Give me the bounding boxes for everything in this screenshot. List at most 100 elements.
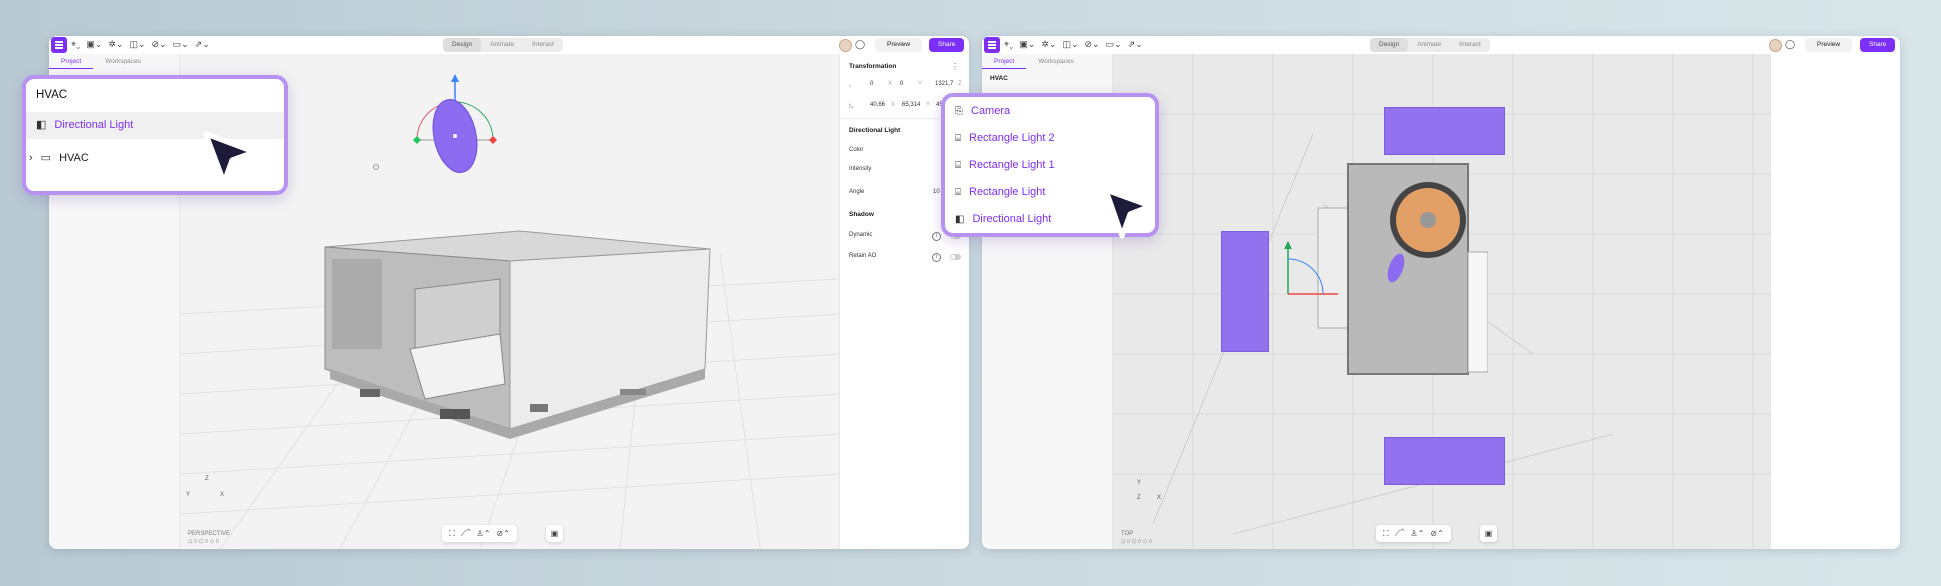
- tab-workspaces[interactable]: Workspaces: [93, 55, 153, 69]
- light-gizmo[interactable]: [405, 72, 505, 182]
- folder-tool[interactable]: ▭⌄: [1106, 39, 1122, 50]
- comment-icon[interactable]: ◯: [1785, 39, 1795, 50]
- tab-design[interactable]: Design: [1370, 38, 1409, 52]
- visibility-icon[interactable]: ⊘⌃: [1430, 529, 1443, 538]
- rotation-x[interactable]: 40,66: [870, 102, 885, 108]
- preview-button[interactable]: Preview: [1805, 38, 1853, 52]
- tree-title: HVAC: [36, 89, 68, 101]
- list-item-label: Rectangle Light 2: [969, 132, 1055, 144]
- properties-panel: [1770, 54, 1900, 549]
- select-tool[interactable]: ⌖⌄: [71, 39, 80, 50]
- rectangle-light-1[interactable]: [1221, 231, 1269, 352]
- avatar[interactable]: [1769, 39, 1782, 52]
- position-x-axis: X: [888, 81, 893, 87]
- tool-group: ⌖⌄ ▣⌄ ✲⌄ ◫⌄ ⊘⌄ ▭⌄ ⇗⌄: [1004, 39, 1143, 50]
- info-icon[interactable]: i: [932, 253, 941, 262]
- folder-tool[interactable]: ▭⌄: [173, 39, 189, 50]
- tree-item-directional-light[interactable]: ◧ Directional Light: [36, 118, 133, 132]
- viewport-toolbar: ⛶ ⟋⌃ ♙⌃ ⊘⌃: [442, 525, 517, 542]
- hvac-model[interactable]: [320, 219, 740, 449]
- tree-item-hvac[interactable]: › ▭ HVAC: [29, 151, 89, 165]
- image-icon[interactable]: ▣: [546, 525, 563, 542]
- rotation-icon: ◺: [849, 103, 854, 109]
- visibility-icon[interactable]: ⊘⌃: [496, 529, 509, 538]
- position-y-axis: Y: [918, 81, 923, 87]
- object-tool[interactable]: ◫⌄: [129, 39, 145, 50]
- list-item-camera[interactable]: ⎘ Camera: [955, 105, 1010, 117]
- mode-switch: Design Animate Interact: [1370, 38, 1490, 52]
- tab-design[interactable]: Design: [443, 38, 482, 52]
- tab-animate[interactable]: Animate: [481, 38, 523, 52]
- dynamic-label: Dynamic: [849, 232, 873, 238]
- shadow-title: Shadow: [849, 211, 874, 218]
- axis-x: X: [1157, 495, 1162, 501]
- rotation-y[interactable]: 65,314: [902, 102, 920, 108]
- position-z-axis: Z: [958, 81, 962, 87]
- rectangle-light-icon: ⌸: [955, 186, 961, 198]
- info-icon[interactable]: i: [932, 232, 941, 241]
- person-icon[interactable]: ♙⌃: [1411, 529, 1425, 538]
- frame-icon[interactable]: ⛶: [449, 529, 455, 539]
- person-icon[interactable]: ♙⌃: [477, 529, 491, 538]
- viewport-toolbar: ⛶ ⟋⌃ ♙⌃ ⊘⌃: [1376, 525, 1451, 542]
- directional-light-icon: ◧: [955, 213, 965, 225]
- select-tool[interactable]: ⌖⌄: [1004, 39, 1013, 50]
- menu-button[interactable]: [51, 37, 67, 53]
- rectangle-light-icon: ⌸: [955, 132, 961, 144]
- tab-workspaces[interactable]: Workspaces: [1026, 55, 1086, 69]
- material-tool[interactable]: ⊘⌄: [1085, 39, 1100, 50]
- list-item-label: Rectangle Light: [969, 186, 1046, 198]
- axis-z: Z: [205, 476, 209, 482]
- tab-project[interactable]: Project: [982, 55, 1027, 69]
- image-icon[interactable]: ▣: [1480, 525, 1497, 542]
- menu-button[interactable]: [984, 37, 1000, 53]
- avatar[interactable]: [839, 39, 852, 52]
- axis-y: Y: [186, 492, 191, 498]
- transformation-title: Transformation: [849, 63, 897, 70]
- viewport-top[interactable]: Y Z X TOP ⊡ 0 ⌬ 0 ⊙ 0 ⛶ ⟋⌃ ♙⌃ ⊘⌃ ▣: [1113, 54, 1771, 549]
- tree-item-label: HVAC: [59, 151, 89, 164]
- camera-target-icon: [373, 164, 379, 170]
- light-tool[interactable]: ✲⌄: [108, 39, 123, 50]
- frame-tool[interactable]: ▣⌄: [1019, 39, 1035, 50]
- list-item-rectangle-light-1[interactable]: ⌸ Rectangle Light 1: [955, 159, 1055, 171]
- list-item-label: Directional Light: [972, 213, 1052, 225]
- transform-tool[interactable]: ⇗⌄: [1128, 39, 1143, 50]
- list-item-rectangle-light[interactable]: ⌸ Rectangle Light: [955, 186, 1045, 198]
- comment-icon[interactable]: ◯: [855, 39, 865, 50]
- transform-tool[interactable]: ⇗⌄: [195, 39, 210, 50]
- chevron-right-icon[interactable]: ›: [29, 152, 33, 164]
- position-z[interactable]: 1321,7: [935, 81, 953, 87]
- project-title: HVAC: [990, 75, 1008, 82]
- light-gizmo[interactable]: [1278, 239, 1348, 319]
- rectangle-light-2[interactable]: [1384, 107, 1505, 155]
- render-icon[interactable]: ⟋⌃: [461, 529, 471, 539]
- position-y[interactable]: 0: [900, 81, 903, 87]
- share-button[interactable]: Share: [1860, 38, 1896, 52]
- cursor-pointer-icon: [203, 131, 257, 185]
- viewport-stats: ⊡ 0 ⌬ 0 ⊙ 0: [188, 539, 219, 545]
- list-item-rectangle-light-2[interactable]: ⌸ Rectangle Light 2: [955, 132, 1055, 144]
- top-bar: ⌖⌄ ▣⌄ ✲⌄ ◫⌄ ⊘⌄ ▭⌄ ⇗⌄ Design Animate Inte…: [982, 36, 1900, 55]
- frame-tool[interactable]: ▣⌄: [86, 39, 102, 50]
- rectangle-light[interactable]: [1384, 437, 1505, 485]
- directional-light-icon: ◧: [36, 119, 47, 131]
- tab-interact[interactable]: Interact: [1450, 38, 1490, 52]
- render-icon[interactable]: ⟋⌃: [1395, 529, 1405, 539]
- light-tool[interactable]: ✲⌄: [1041, 39, 1056, 50]
- object-tool[interactable]: ◫⌄: [1062, 39, 1078, 50]
- position-icon: ⌞: [849, 82, 852, 88]
- angle-value[interactable]: 10: [933, 189, 940, 195]
- more-icon[interactable]: ⋮: [951, 62, 959, 71]
- angle-label: Angle: [849, 189, 865, 195]
- preview-button[interactable]: Preview: [875, 38, 923, 52]
- frame-icon[interactable]: ⛶: [1383, 529, 1389, 539]
- list-item-directional-light[interactable]: ◧ Directional Light: [955, 213, 1051, 225]
- position-x[interactable]: 0: [870, 81, 873, 87]
- tab-interact[interactable]: Interact: [523, 38, 563, 52]
- tab-animate[interactable]: Animate: [1408, 38, 1450, 52]
- tab-project[interactable]: Project: [49, 55, 94, 69]
- material-tool[interactable]: ⊘⌄: [152, 39, 167, 50]
- retain-ao-toggle[interactable]: [950, 254, 961, 260]
- share-button[interactable]: Share: [929, 38, 965, 52]
